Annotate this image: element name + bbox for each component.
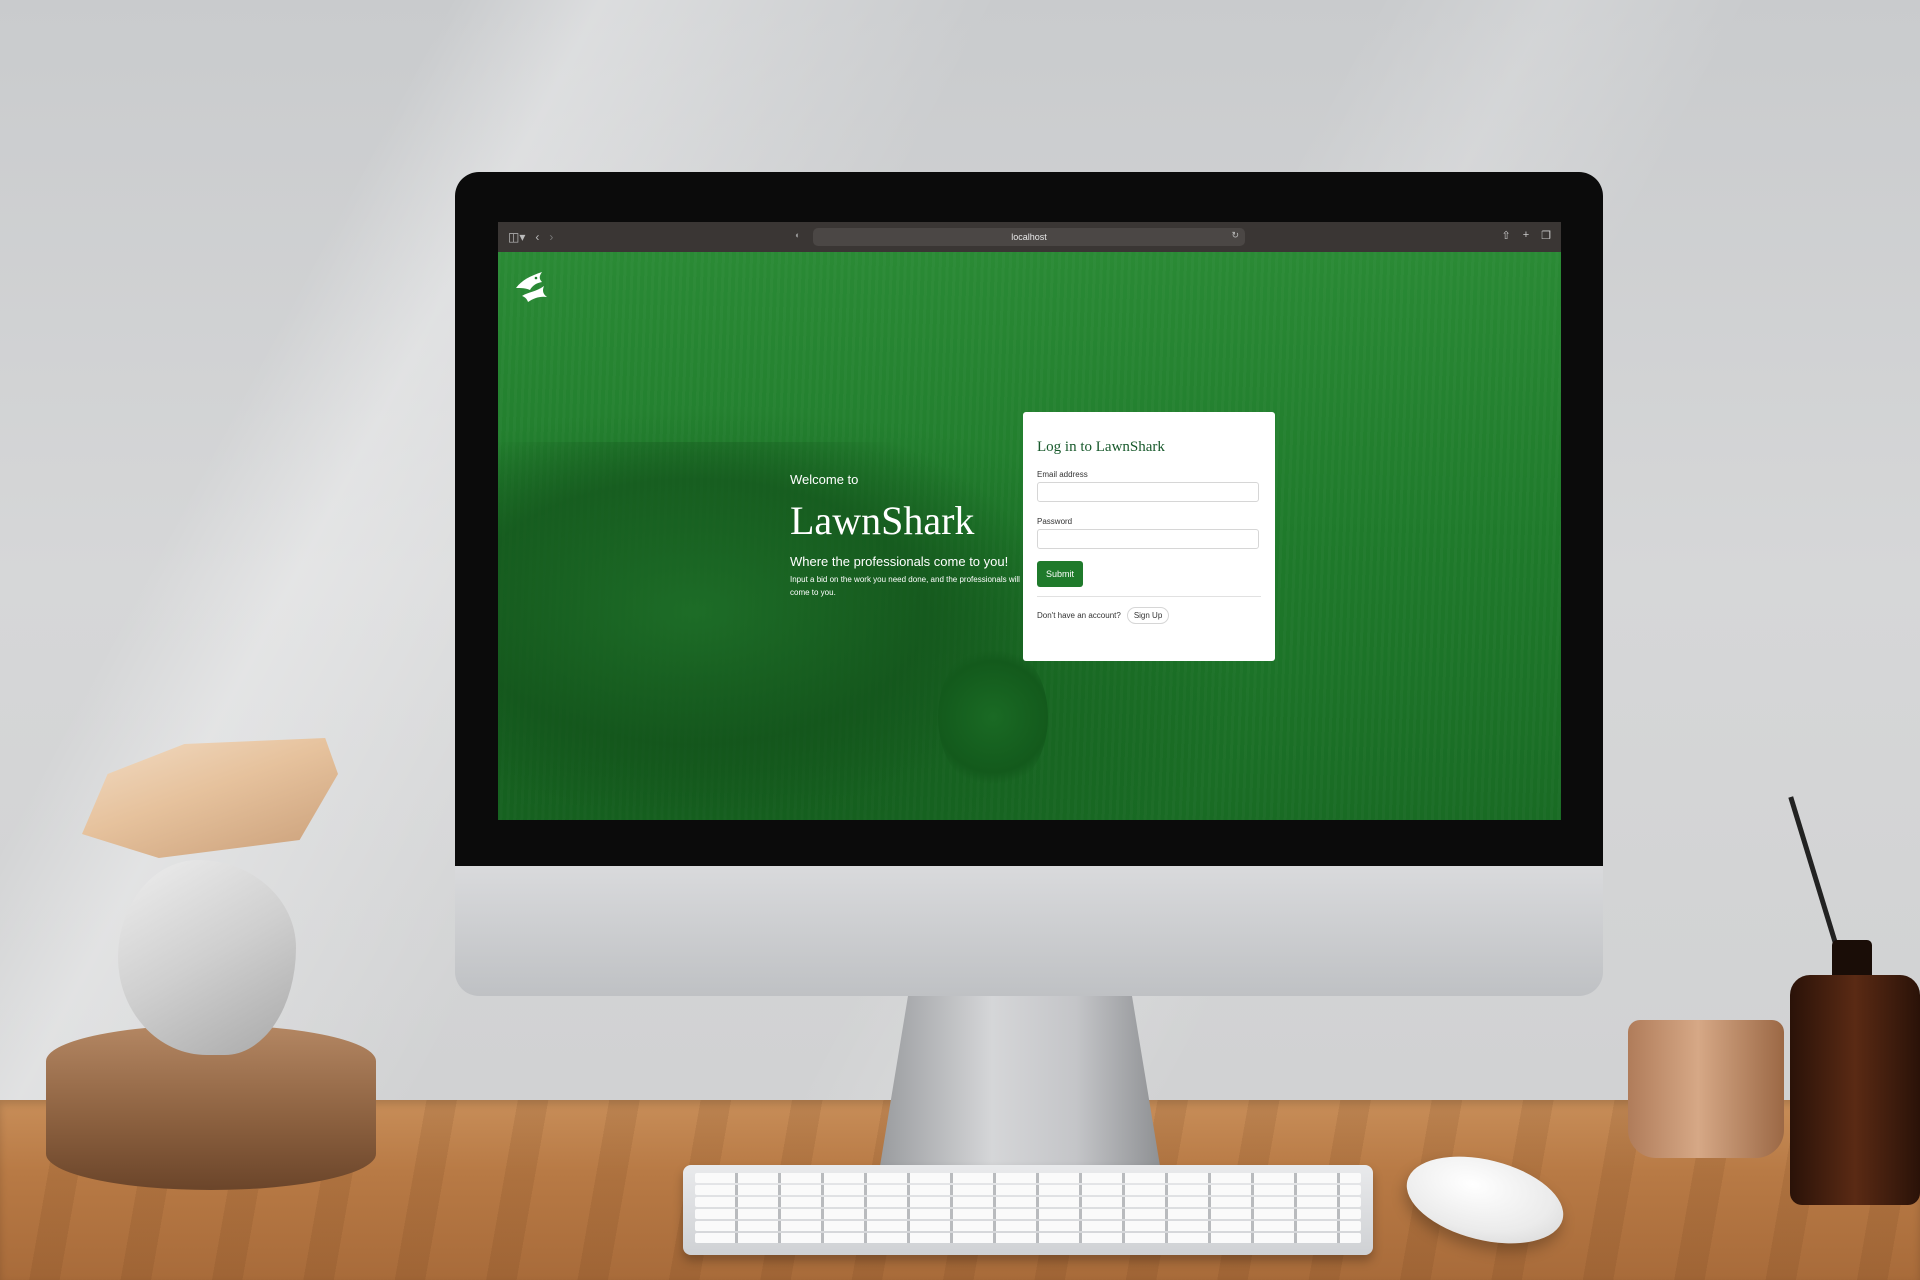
chevron-left-icon[interactable]: ‹ <box>535 230 539 244</box>
share-icon[interactable]: ⇧ <box>1501 229 1510 242</box>
submit-button[interactable]: Submit <box>1037 561 1084 587</box>
key-row <box>695 1233 1361 1243</box>
key-row <box>695 1185 1361 1195</box>
diffuser-bottle <box>1790 975 1920 1205</box>
password-field[interactable] <box>1037 529 1259 549</box>
keyboard <box>683 1165 1373 1255</box>
email-field[interactable] <box>1037 482 1259 502</box>
key-row <box>695 1173 1361 1183</box>
email-label: Email address <box>1037 470 1088 479</box>
imac-stand <box>880 996 1160 1166</box>
hero-description: Input a bid on the work you need done, a… <box>790 575 1020 597</box>
hero-tagline: Where the professionals come to you! <box>790 554 1009 569</box>
chevron-right-icon[interactable]: › <box>549 230 553 244</box>
reload-icon[interactable]: ↻ <box>1231 230 1239 241</box>
login-title: Log in to LawnShark <box>1037 439 1165 455</box>
address-bar[interactable]: localhost ↻ <box>813 228 1245 246</box>
lawnmower-wheel <box>938 642 1048 792</box>
hero-welcome: Welcome to <box>790 472 859 487</box>
login-card: Log in to LawnShark Email address Passwo… <box>1023 412 1275 661</box>
card-divider <box>1037 596 1261 597</box>
privacy-shield-icon: ◐ <box>795 230 801 240</box>
marble-cup <box>1628 1020 1784 1158</box>
signup-row: Don't have an account? Sign Up <box>1037 607 1261 624</box>
shark-logo-icon[interactable] <box>512 266 552 304</box>
login-page: Welcome to LawnShark Where the professio… <box>498 252 1561 820</box>
no-account-text: Don't have an account? <box>1037 611 1121 620</box>
sidebar-toggle-icon[interactable]: ◫▾ <box>508 230 525 244</box>
browser-toolbar: ◫▾ ‹ › ◐ localhost ↻ ⇧ + ❐ <box>498 222 1561 252</box>
plus-icon[interactable]: + <box>1523 229 1529 242</box>
hero-title: LawnShark <box>790 498 975 543</box>
browser-actions: ⇧ + ❐ <box>1501 229 1551 242</box>
white-stone <box>118 860 296 1055</box>
orange-stone <box>82 738 338 858</box>
signup-button[interactable]: Sign Up <box>1126 607 1170 624</box>
hero-section: Welcome to LawnShark Where the professio… <box>790 472 1020 599</box>
tabs-overview-icon[interactable]: ❐ <box>1541 229 1551 242</box>
address-text: localhost <box>1011 232 1047 242</box>
imac-screen: ◫▾ ‹ › ◐ localhost ↻ ⇧ + ❐ Welcome to La… <box>498 222 1561 820</box>
key-row <box>695 1221 1361 1231</box>
key-row <box>695 1209 1361 1219</box>
key-row <box>695 1197 1361 1207</box>
diffuser-stick <box>1788 796 1840 951</box>
imac-chin <box>455 866 1603 996</box>
password-label: Password <box>1037 517 1073 526</box>
